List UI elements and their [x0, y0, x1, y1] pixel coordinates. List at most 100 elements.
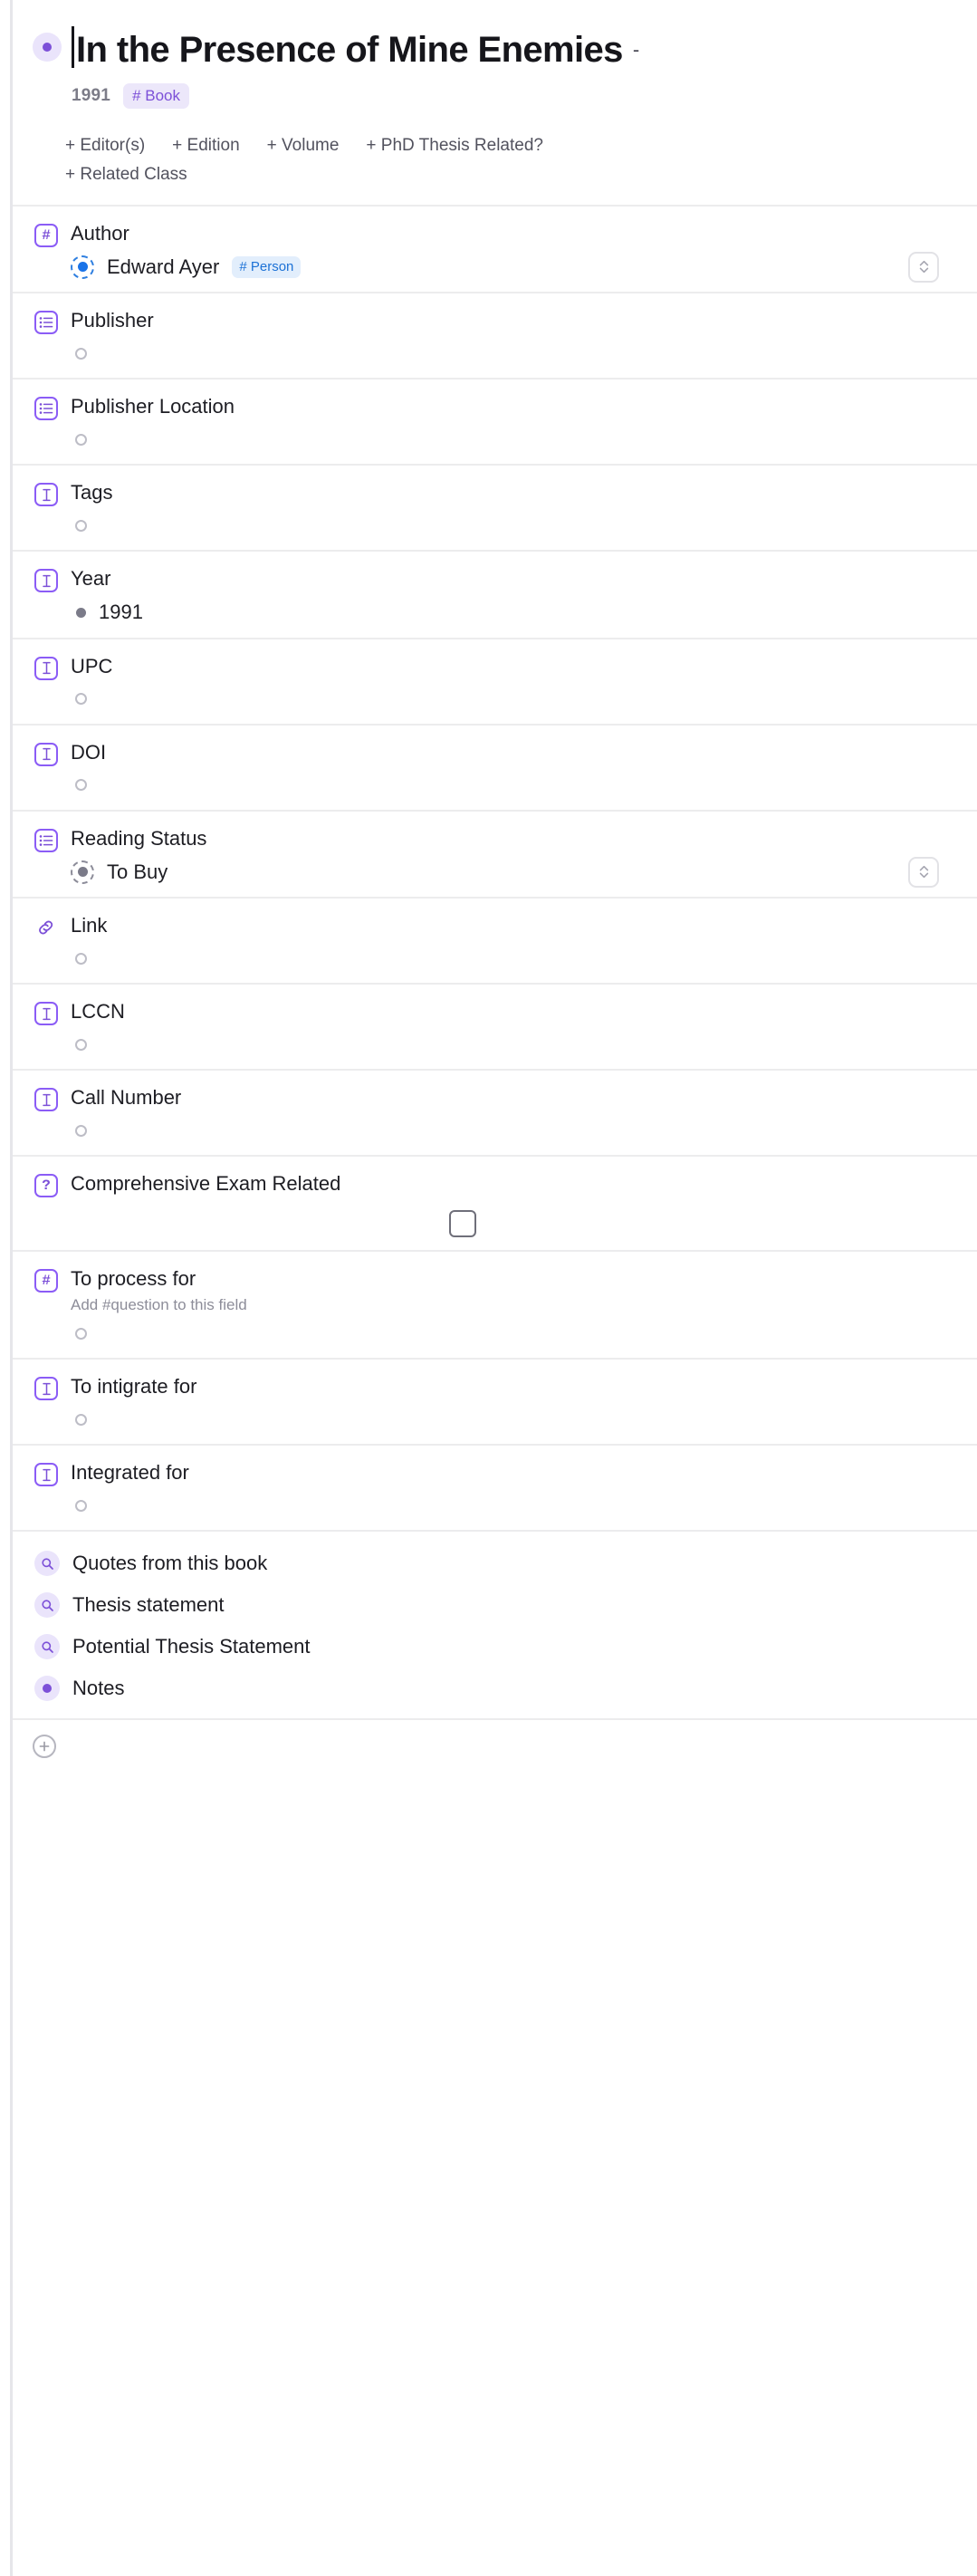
- list-icon[interactable]: [34, 397, 58, 421]
- empty-value-bullet[interactable]: [75, 1124, 87, 1137]
- text-cursor-icon[interactable]: [34, 1463, 58, 1487]
- empty-value-bullet[interactable]: [75, 433, 87, 446]
- field-row-comprehensive-exam-related: ? Comprehensive Exam Related: [13, 1155, 977, 1250]
- add-field-volume-button[interactable]: + Volume: [267, 136, 340, 156]
- list-item-thesis-statement[interactable]: Thesis statement: [34, 1584, 959, 1626]
- field-value-text[interactable]: To Buy: [107, 860, 168, 885]
- list-item-potential-thesis-statement[interactable]: Potential Thesis Statement: [34, 1626, 959, 1668]
- search-icon[interactable]: [34, 1551, 60, 1577]
- field-value-text[interactable]: Edward Ayer: [107, 255, 219, 280]
- empty-value-bullet[interactable]: [75, 779, 87, 792]
- field-label[interactable]: Author: [71, 221, 129, 246]
- hash-icon[interactable]: #: [34, 1269, 58, 1293]
- field-label[interactable]: Call Number: [71, 1085, 181, 1110]
- field-label[interactable]: To intigrate for: [71, 1374, 196, 1399]
- search-icon[interactable]: [34, 1634, 60, 1660]
- add-field-edition-button[interactable]: + Edition: [172, 136, 239, 156]
- empty-value-bullet[interactable]: [75, 519, 87, 532]
- empty-value-bullet[interactable]: [75, 1327, 87, 1340]
- field-label[interactable]: Comprehensive Exam Related: [71, 1171, 340, 1197]
- document-type-tag[interactable]: # Book: [123, 82, 190, 109]
- title-wrap[interactable]: In the Presence of Mine Enemies -: [72, 20, 959, 71]
- text-cursor-icon[interactable]: [34, 483, 58, 507]
- list-item-quotes-from-this-book[interactable]: Quotes from this book: [34, 1543, 959, 1584]
- field-header: Year: [34, 566, 959, 593]
- field-header: ? Comprehensive Exam Related: [34, 1171, 959, 1198]
- field-row-author: # Author Edward Ayer # Person: [13, 204, 977, 293]
- empty-value-bullet[interactable]: [75, 1499, 87, 1512]
- document-meta: 1991 # Book: [72, 82, 959, 109]
- link-icon[interactable]: [34, 916, 58, 939]
- checkbox-wrap: [34, 1210, 959, 1238]
- text-cursor-icon[interactable]: [34, 656, 58, 680]
- field-row-lccn: LCCN: [13, 983, 977, 1069]
- field-label[interactable]: DOI: [71, 740, 106, 765]
- text-cursor-icon[interactable]: [34, 1002, 58, 1026]
- field-row-to-process-for: # To process for Add #question to this fie…: [13, 1250, 977, 1358]
- page-root: In the Presence of Mine Enemies - 1991 #…: [0, 0, 977, 2576]
- add-field-editors-button[interactable]: + Editor(s): [65, 136, 145, 156]
- field-value: [34, 1033, 959, 1056]
- page-title[interactable]: In the Presence of Mine Enemies: [76, 30, 623, 71]
- field-label[interactable]: Reading Status: [71, 826, 206, 851]
- field-value: Edward Ayer # Person: [34, 251, 959, 283]
- list-icon[interactable]: [34, 828, 58, 852]
- field-row-integrated-for: Integrated for: [13, 1444, 977, 1530]
- field-header: Integrated for: [34, 1460, 959, 1487]
- text-cursor-icon[interactable]: [34, 569, 58, 593]
- field-row-upc: UPC: [13, 637, 977, 724]
- option-bullet[interactable]: [71, 860, 94, 884]
- text-cursor-icon[interactable]: [34, 742, 58, 766]
- field-label[interactable]: UPC: [71, 654, 112, 679]
- bullet-dot-icon[interactable]: [34, 1676, 60, 1702]
- field-label[interactable]: Tags: [71, 480, 112, 505]
- comprehensive-exam-checkbox[interactable]: [448, 1210, 476, 1238]
- field-header: Link: [34, 913, 959, 939]
- empty-value-bullet[interactable]: [75, 693, 87, 706]
- entity-bullet[interactable]: [71, 255, 94, 279]
- footer: [13, 1718, 977, 1776]
- chevron-up-down-icon[interactable]: [908, 251, 939, 283]
- field-label[interactable]: Publisher Location: [71, 394, 235, 419]
- field-label[interactable]: Link: [71, 913, 107, 938]
- field-label[interactable]: Integrated for: [71, 1460, 189, 1485]
- question-icon[interactable]: ?: [34, 1174, 58, 1198]
- empty-value-bullet[interactable]: [75, 1038, 87, 1051]
- empty-value-bullet[interactable]: [75, 952, 87, 965]
- chevron-up-down-icon[interactable]: [908, 856, 939, 888]
- field-value-text[interactable]: 1991: [99, 600, 143, 625]
- purple-dot-bullet-icon[interactable]: [33, 33, 62, 62]
- text-cursor-icon[interactable]: [34, 1088, 58, 1112]
- document-year: 1991: [72, 85, 111, 105]
- plus-circle-icon[interactable]: [33, 1735, 56, 1759]
- list-item-label: Quotes from this book: [72, 1552, 268, 1575]
- empty-value-bullet[interactable]: [75, 1413, 87, 1426]
- field-list: # Author Edward Ayer # Person Publisher Publi…: [13, 204, 977, 1531]
- list-item-label: Thesis statement: [72, 1593, 225, 1617]
- field-value: [34, 947, 959, 970]
- field-header: Reading Status: [34, 826, 959, 852]
- field-header: # Author: [34, 221, 959, 247]
- list-icon[interactable]: [34, 311, 58, 335]
- add-field-related-class-button[interactable]: + Related Class: [65, 165, 187, 185]
- field-value: [34, 1322, 959, 1345]
- field-label[interactable]: Year: [71, 566, 110, 591]
- field-header: UPC: [34, 654, 959, 680]
- empty-value-bullet[interactable]: [75, 347, 87, 360]
- field-header: Call Number: [34, 1085, 959, 1112]
- add-field-label: + Related Class: [65, 164, 187, 184]
- field-value: [34, 341, 959, 365]
- value-bullet[interactable]: [76, 607, 86, 618]
- field-label[interactable]: LCCN: [71, 999, 125, 1024]
- text-cursor-icon[interactable]: [34, 1377, 58, 1401]
- field-value-tag[interactable]: # Person: [232, 255, 302, 278]
- add-field-phd-thesis-related-button[interactable]: + PhD Thesis Related?: [366, 136, 543, 156]
- field-value: [34, 1119, 959, 1142]
- field-value: 1991: [34, 600, 959, 625]
- field-label[interactable]: To process for: [71, 1266, 196, 1292]
- hash-icon[interactable]: #: [34, 223, 58, 247]
- list-item-notes[interactable]: Notes: [34, 1668, 959, 1709]
- field-label[interactable]: Publisher: [71, 308, 154, 333]
- field-header: To intigrate for: [34, 1374, 959, 1401]
- search-icon[interactable]: [34, 1592, 60, 1619]
